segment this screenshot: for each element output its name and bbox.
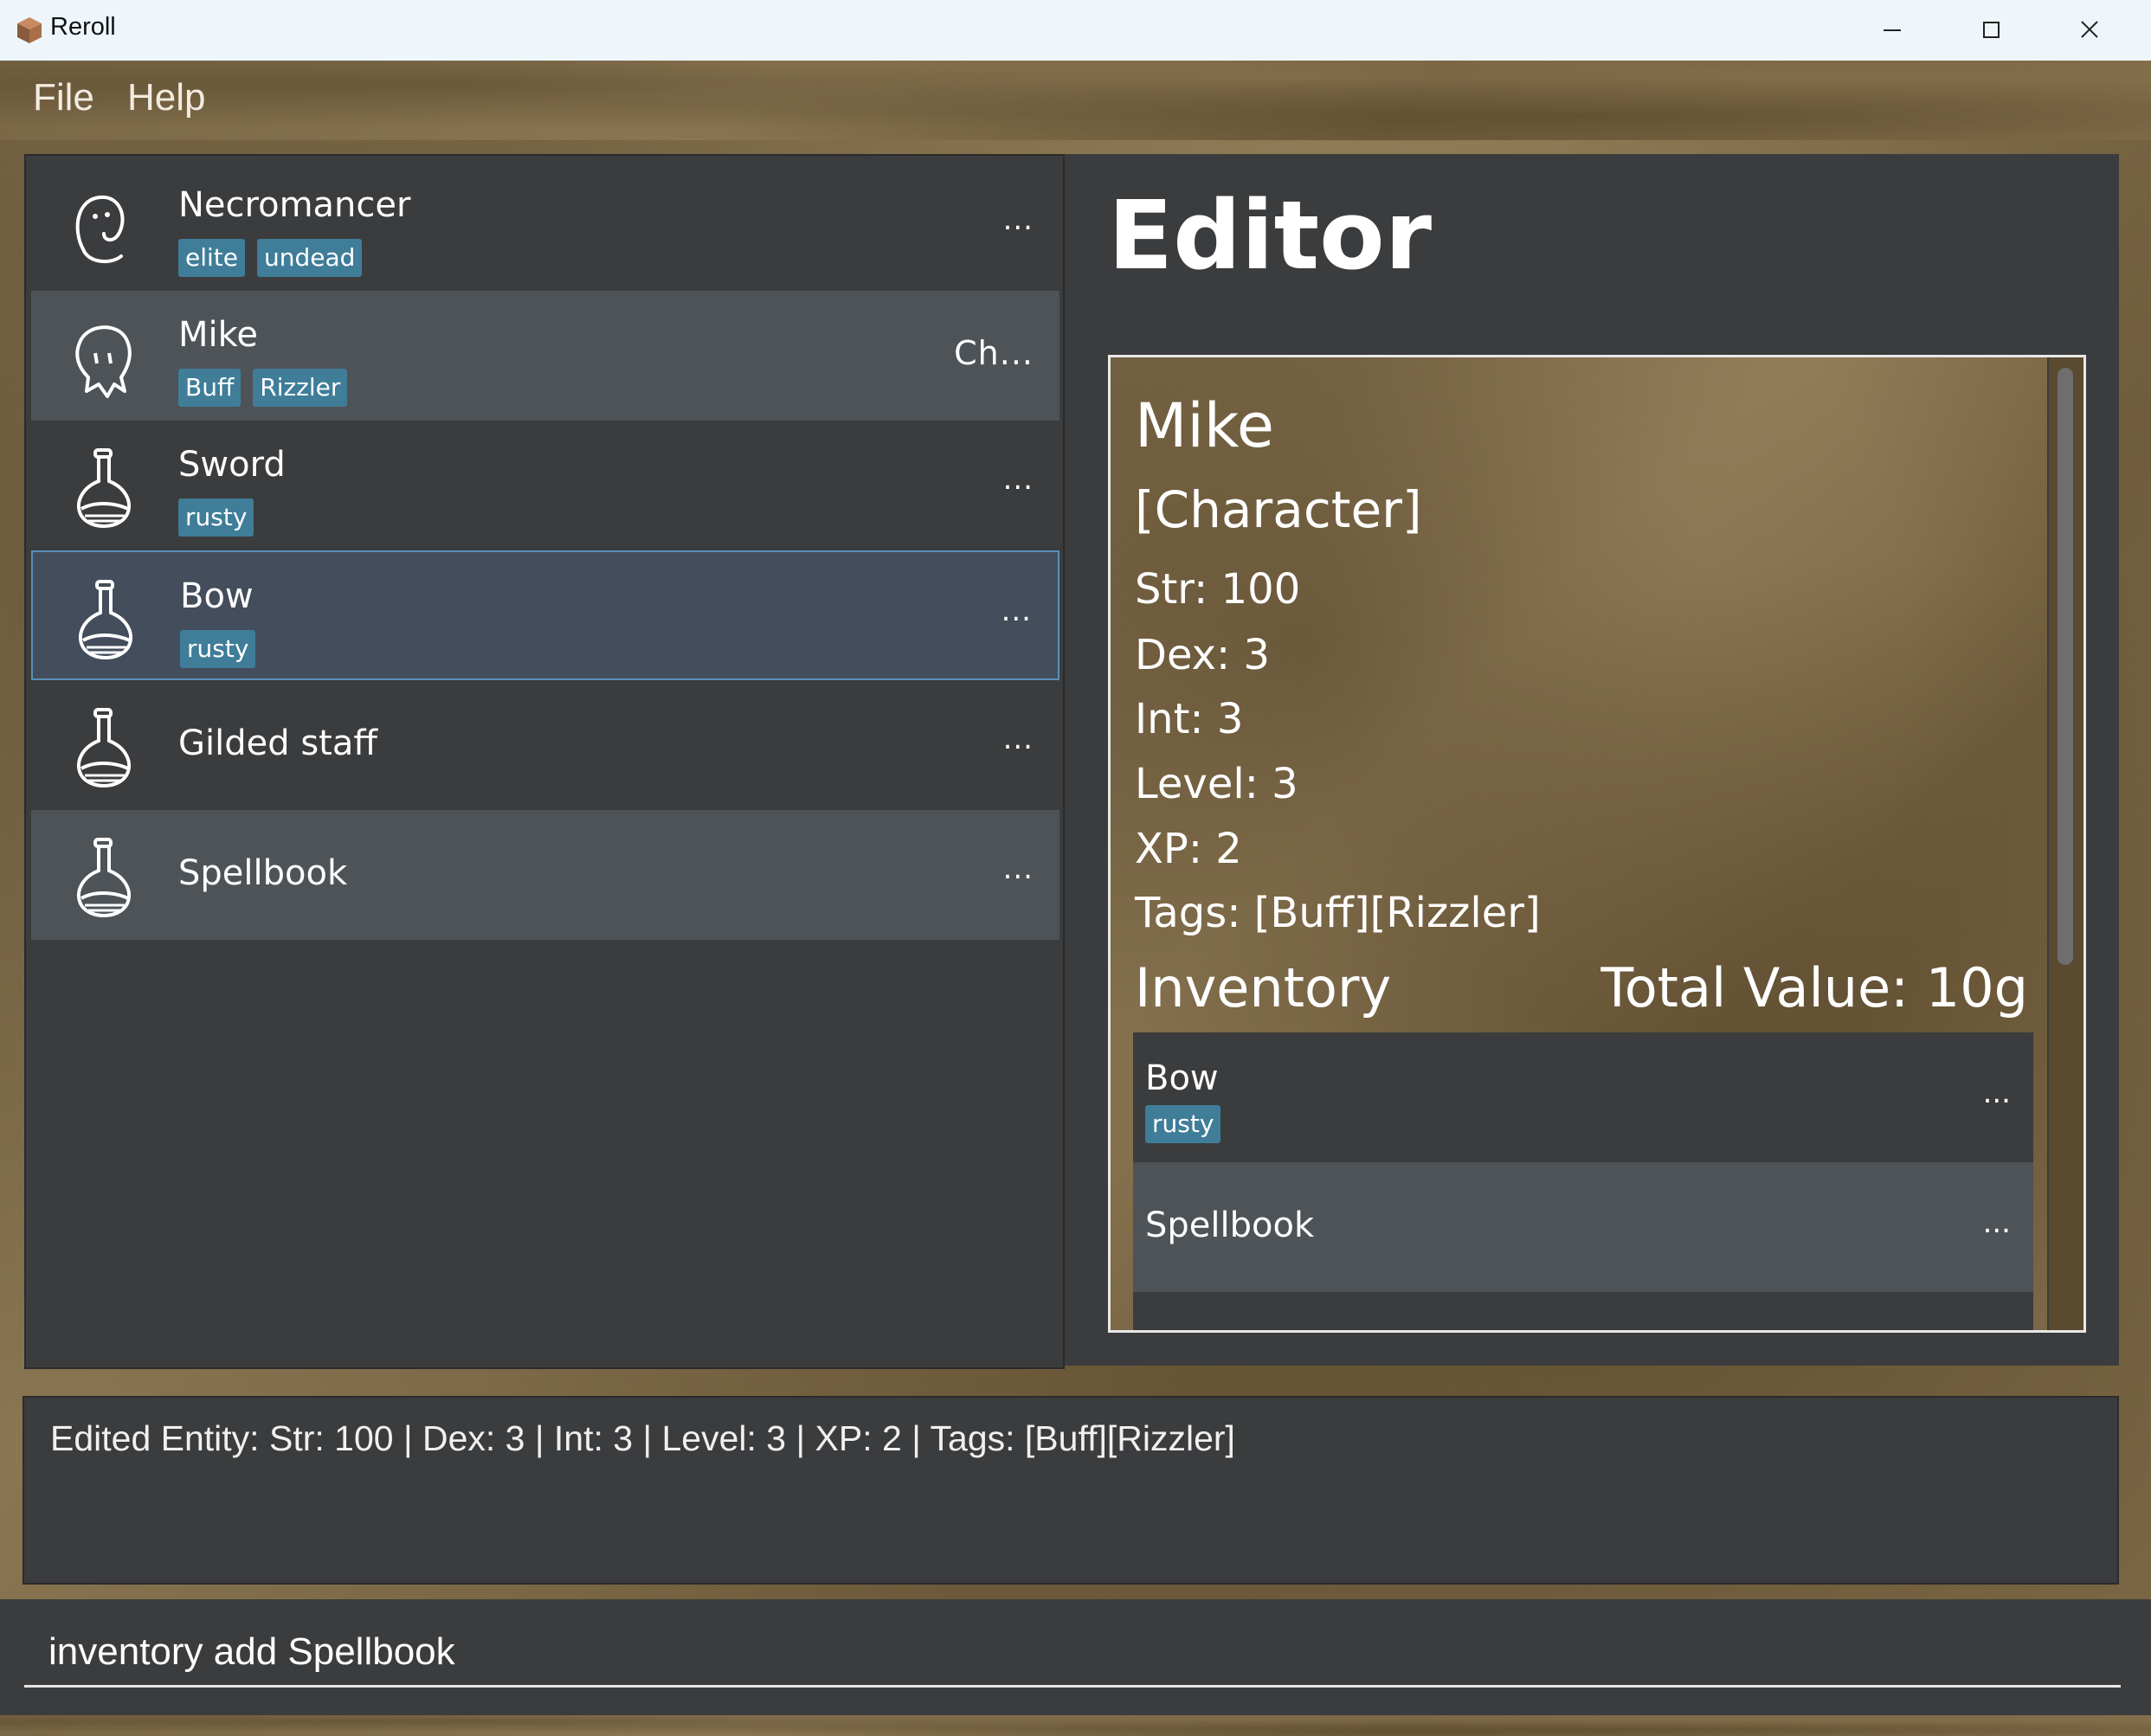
editor-panel: Editor Mike [Character] Str: 100 Dex: 3 … xyxy=(1065,154,2119,1366)
entity-name: Spellbook xyxy=(178,853,348,893)
potion-flask-icon xyxy=(64,836,142,923)
entity-row[interactable]: Gilded staff... xyxy=(31,680,1059,810)
tag-badge: Rizzler xyxy=(253,369,348,407)
tag-badge: Buff xyxy=(178,369,242,407)
entity-type: [Character] xyxy=(1135,480,1422,539)
inventory-item-tags: rusty xyxy=(1145,1105,1233,1143)
editor-scrollbar[interactable] xyxy=(2047,357,2083,1330)
inventory-item[interactable]: Bow rusty... xyxy=(1133,1032,2033,1162)
menu-file[interactable]: File xyxy=(33,76,94,119)
maximize-icon xyxy=(1983,22,2000,38)
inventory-total-value: Total Value: 10g xyxy=(1600,956,2028,1019)
entity-name: Sword xyxy=(178,445,286,485)
menu-bar: File Help xyxy=(0,61,2151,140)
entity-more[interactable]: ... xyxy=(1003,203,1034,237)
entity-more[interactable]: Ch... xyxy=(954,334,1034,372)
menu-help[interactable]: Help xyxy=(127,76,206,119)
inventory-item-name: Spellbook xyxy=(1145,1206,1315,1245)
entity-tags: rusty xyxy=(180,630,267,668)
stat-level: Level: 3 xyxy=(1135,760,1298,808)
entity-row[interactable]: Mike Buff Rizzler Ch... xyxy=(31,291,1059,421)
stat-dex: Dex: 3 xyxy=(1135,631,1271,679)
entity-more[interactable]: ... xyxy=(1003,462,1034,497)
stat-tags: Tags: [Buff][Rizzler] xyxy=(1135,889,1541,937)
entity-tags: Buff Rizzler xyxy=(178,369,359,407)
inventory-heading: Inventory xyxy=(1135,956,1392,1019)
maximize-button[interactable] xyxy=(1942,0,2039,61)
potion-flask-icon xyxy=(66,578,144,665)
editor-card[interactable]: Mike [Character] Str: 100 Dex: 3 Int: 3 … xyxy=(1108,355,2086,1333)
entity-tags: rusty xyxy=(178,498,266,537)
entity-row[interactable]: Necromancer elite undead... xyxy=(31,161,1059,291)
entity-name: Bow xyxy=(180,576,254,616)
tag-badge: rusty xyxy=(1145,1105,1221,1143)
entity-name: Mike xyxy=(178,315,258,355)
inventory-list[interactable]: Bow rusty... Spellbook... xyxy=(1133,1032,2033,1330)
result-display: Edited Entity: Str: 100 | Dex: 3 | Int: … xyxy=(23,1396,2119,1585)
entity-more[interactable]: ... xyxy=(1001,594,1032,628)
ghost-face-icon xyxy=(64,317,142,403)
command-input[interactable] xyxy=(24,1618,2121,1688)
tag-badge: elite xyxy=(178,239,245,277)
command-box xyxy=(0,1599,2151,1715)
stat-xp: XP: 2 xyxy=(1135,825,1242,873)
entity-more[interactable]: ... xyxy=(1003,722,1034,756)
minimize-button[interactable] xyxy=(1844,0,1941,61)
tag-badge: rusty xyxy=(180,630,256,668)
potion-flask-icon xyxy=(64,706,142,793)
entity-name: Mike xyxy=(1135,390,1274,461)
entity-row[interactable]: Bow rusty... xyxy=(31,550,1059,680)
ghost-icon xyxy=(64,187,142,273)
entity-name: Gilded staff xyxy=(178,723,377,763)
editor-title: Editor xyxy=(1108,180,1432,291)
title-bar: Reroll xyxy=(0,0,2151,61)
inventory-item-more[interactable]: ... xyxy=(1983,1076,2011,1110)
entity-name: Necromancer xyxy=(178,185,411,225)
result-text: Edited Entity: Str: 100 | Dex: 3 | Int: … xyxy=(50,1418,1235,1458)
inventory-item[interactable]: Spellbook... xyxy=(1133,1162,2033,1292)
app-cube-icon xyxy=(17,17,42,43)
inventory-item-name: Bow xyxy=(1145,1058,1219,1098)
stat-int: Int: 3 xyxy=(1135,695,1244,743)
close-button[interactable] xyxy=(2041,0,2138,61)
entity-row[interactable]: Sword rusty... xyxy=(31,421,1059,550)
status-strip xyxy=(0,1715,2151,1736)
close-icon xyxy=(2081,21,2098,38)
window-title: Reroll xyxy=(50,13,116,41)
potion-flask-icon xyxy=(64,447,142,533)
minimize-icon xyxy=(1884,29,1901,31)
scrollbar-thumb[interactable] xyxy=(2058,368,2073,965)
inventory-item-more[interactable]: ... xyxy=(1983,1206,2011,1240)
entity-list[interactable]: Necromancer elite undead... Mike Buff Rizzler… xyxy=(24,154,1065,1369)
tag-badge: rusty xyxy=(178,498,254,537)
stat-str: Str: 100 xyxy=(1135,565,1301,614)
entity-more[interactable]: ... xyxy=(1003,852,1034,886)
entity-tags: elite undead xyxy=(178,239,374,277)
entity-row[interactable]: Spellbook... xyxy=(31,810,1059,940)
tag-badge: undead xyxy=(257,239,363,277)
